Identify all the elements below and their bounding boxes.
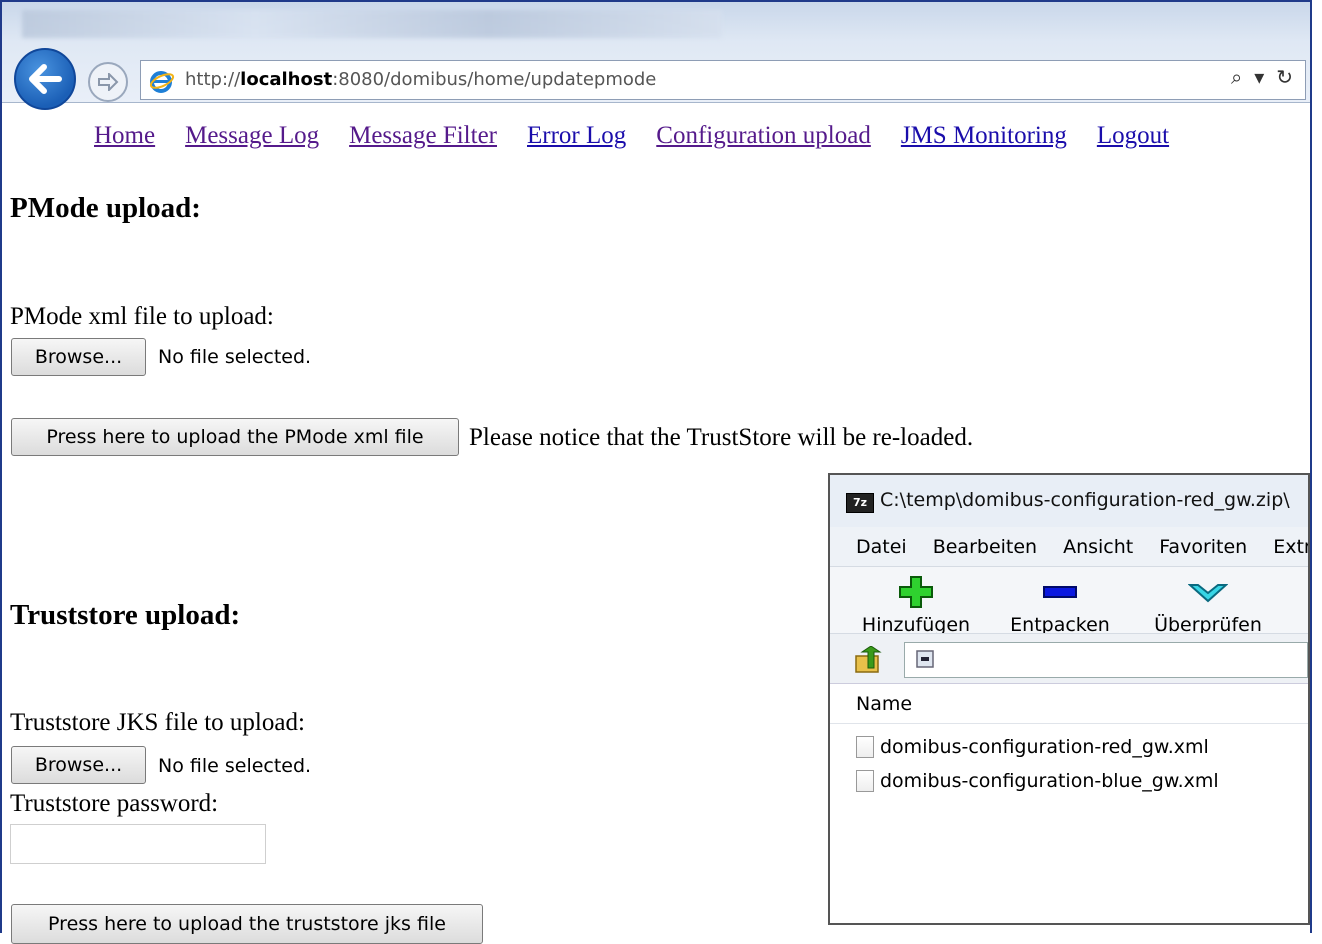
ie-logo-icon xyxy=(149,71,175,93)
zip-path-bar xyxy=(830,633,1308,684)
arrow-right-icon xyxy=(98,73,119,91)
blurred-tabs xyxy=(22,10,722,38)
truststore-no-file-text: No file selected. xyxy=(158,755,312,777)
pmode-file-label: PMode xml file to upload: xyxy=(10,303,274,330)
checkmark-icon xyxy=(1187,584,1229,603)
7zip-logo-icon: 7z xyxy=(846,493,874,513)
nav-logout[interactable]: Logout xyxy=(1097,122,1169,150)
truststore-upload-button[interactable]: Press here to upload the truststore jks … xyxy=(11,904,483,944)
zip-menubar: Datei Bearbeiten Ansicht Favoriten Extra… xyxy=(830,527,1308,567)
pmode-no-file-text: No file selected. xyxy=(158,346,312,368)
forward-button[interactable] xyxy=(88,62,128,102)
menu-datei[interactable]: Datei xyxy=(856,536,907,558)
nav-jms-monitoring[interactable]: JMS Monitoring xyxy=(901,122,1067,150)
zip-window: 7z C:\temp\domibus-configuration-red_gw.… xyxy=(828,473,1310,925)
file-name: domibus-configuration-red_gw.xml xyxy=(880,736,1209,758)
file-icon xyxy=(856,770,874,792)
pmode-browse-button[interactable]: Browse... xyxy=(11,338,146,376)
menu-extras[interactable]: Extras xyxy=(1273,536,1308,558)
truststore-password-input[interactable] xyxy=(10,824,266,864)
menu-ansicht[interactable]: Ansicht xyxy=(1063,536,1133,558)
nav-message-log[interactable]: Message Log xyxy=(185,122,319,150)
back-button[interactable] xyxy=(14,48,76,110)
nav-configuration-upload[interactable]: Configuration upload xyxy=(656,122,871,150)
list-item[interactable]: domibus-configuration-blue_gw.xml xyxy=(856,770,1219,792)
nav-message-filter[interactable]: Message Filter xyxy=(349,122,497,150)
list-item[interactable]: domibus-configuration-red_gw.xml xyxy=(856,736,1209,758)
archive-icon xyxy=(916,650,934,668)
plus-icon xyxy=(899,576,933,608)
test-button[interactable]: Überprüfen xyxy=(1150,575,1266,636)
pmode-notice: Please notice that the TrustStore will b… xyxy=(469,424,974,451)
zip-titlebar: 7z C:\temp\domibus-configuration-red_gw.… xyxy=(830,475,1308,528)
browser-toolbar: http://localhost:8080/domibus/home/updat… xyxy=(2,2,1310,110)
pmode-upload-button[interactable]: Press here to upload the PMode xml file xyxy=(11,418,459,456)
file-icon xyxy=(856,736,874,758)
pmode-heading: PMode upload: xyxy=(10,192,201,224)
nav-error-log[interactable]: Error Log xyxy=(527,122,626,150)
search-icon[interactable]: ⌕ xyxy=(1231,65,1242,89)
address-bar[interactable]: http://localhost:8080/domibus/home/updat… xyxy=(140,60,1306,100)
truststore-password-label: Truststore password: xyxy=(10,790,219,817)
url-text: http://localhost:8080/domibus/home/updat… xyxy=(185,69,657,90)
zip-toolbar: Hinzufügen Entpacken Überprüfen xyxy=(830,567,1308,636)
arrow-left-icon xyxy=(29,64,62,94)
column-header-name[interactable]: Name xyxy=(830,684,1308,724)
minus-icon xyxy=(1043,586,1077,598)
truststore-browse-button[interactable]: Browse... xyxy=(11,746,146,784)
menu-bearbeiten[interactable]: Bearbeiten xyxy=(933,536,1037,558)
nav-home[interactable]: Home xyxy=(94,122,155,150)
main-nav: Home Message Log Message Filter Error Lo… xyxy=(94,122,1169,150)
file-name: domibus-configuration-blue_gw.xml xyxy=(880,770,1219,792)
zip-window-title: C:\temp\domibus-configuration-red_gw.zip… xyxy=(880,489,1290,511)
zip-file-list: Name domibus-configuration-red_gw.xml do… xyxy=(830,683,1308,923)
chevron-down-icon[interactable]: ▾ xyxy=(1254,65,1264,89)
folder-up-icon[interactable] xyxy=(854,646,884,674)
menu-favoriten[interactable]: Favoriten xyxy=(1159,536,1247,558)
add-button[interactable]: Hinzufügen xyxy=(858,575,974,636)
truststore-file-label: Truststore JKS file to upload: xyxy=(10,709,305,736)
zip-path-input[interactable] xyxy=(904,642,1308,678)
refresh-icon[interactable]: ↻ xyxy=(1276,65,1293,89)
truststore-heading: Truststore upload: xyxy=(10,599,241,631)
extract-button[interactable]: Entpacken xyxy=(1002,575,1118,636)
